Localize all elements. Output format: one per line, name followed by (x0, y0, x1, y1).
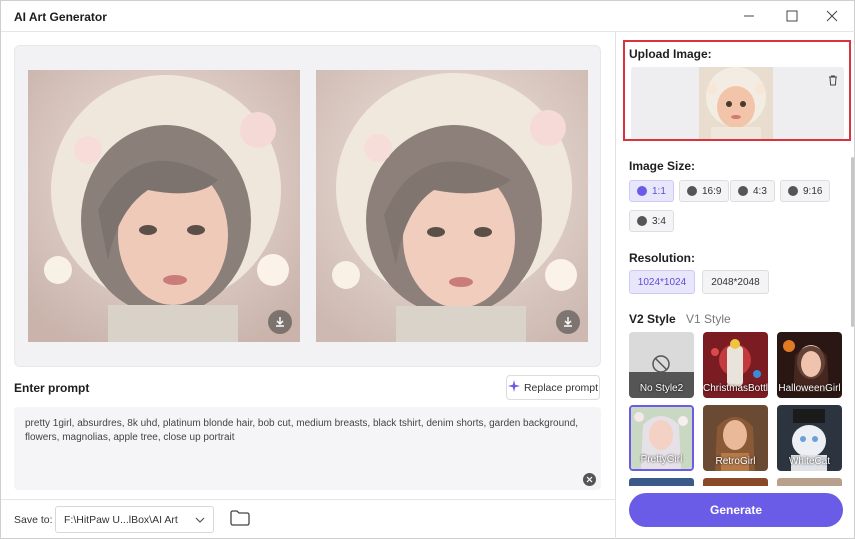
style-card-label: PrettyGirl (640, 454, 683, 465)
size-option-label: 4:3 (753, 185, 767, 197)
style-card-prettygirl[interactable]: PrettyGirl (629, 405, 694, 471)
resolution-option-2048[interactable]: 2048*2048 (702, 270, 769, 294)
twitter-icon (637, 216, 647, 226)
save-to-label: Save to: (14, 514, 53, 526)
folder-icon[interactable] (230, 510, 250, 531)
style-card-partial (703, 478, 768, 486)
instagram-icon (788, 186, 798, 196)
style-card-label: RetroGirl (715, 456, 756, 467)
save-bar: Save to: F:\HitPaw U...lBox\AI Art (1, 499, 615, 539)
generate-button[interactable]: Generate (629, 493, 843, 527)
replace-prompt-label: Replace prompt (523, 381, 599, 394)
instagram-icon (637, 186, 647, 196)
resolution-option-1024[interactable]: 1024*1024 (629, 270, 695, 294)
generated-image-1[interactable] (28, 70, 300, 342)
tab-v1-style[interactable]: V1 Style (686, 312, 731, 326)
upload-section: Upload Image: (623, 40, 851, 141)
size-option-label: 9:16 (803, 185, 823, 197)
size-option-4-3[interactable]: 4:3 (730, 180, 775, 202)
settings-panel: Upload Image: Image Size: 1:1 16:9 4:3 9… (615, 31, 855, 539)
facebook-icon (687, 186, 697, 196)
upload-label: Upload Image: (629, 47, 712, 61)
style-card-label: WhiteCat (788, 456, 831, 467)
close-icon[interactable] (817, 5, 847, 27)
save-path-select[interactable]: F:\HitPaw U...lBox\AI Art (55, 506, 214, 533)
size-option-16-9[interactable]: 16:9 (679, 180, 730, 202)
size-option-label: 3:4 (652, 215, 666, 227)
style-card-partial (777, 478, 842, 486)
tab-v2-style[interactable]: V2 Style (629, 312, 676, 326)
uploaded-image-thumbnail (699, 67, 773, 139)
chevron-down-icon (195, 515, 205, 528)
trash-icon[interactable] (828, 73, 838, 91)
style-card-label: No Style2 (639, 383, 684, 394)
image-size-label: Image Size: (629, 159, 696, 173)
replace-prompt-button[interactable]: Replace prompt (506, 375, 600, 400)
style-card-label: ChristmasBottle (703, 383, 768, 394)
resolution-label: Resolution: (629, 251, 695, 265)
size-option-label: 16:9 (702, 185, 722, 197)
style-card-label: HalloweenGirl (778, 383, 841, 394)
scrollbar[interactable] (851, 157, 854, 327)
minimize-icon[interactable] (734, 5, 764, 27)
size-option-9-16[interactable]: 9:16 (780, 180, 831, 202)
save-path-value: F:\HitPaw U...lBox\AI Art (64, 514, 178, 526)
prompt-textarea[interactable]: pretty 1girl, absurdres, 8k uhd, platinu… (14, 407, 601, 490)
title-bar: AI Art Generator (1, 1, 854, 31)
download-icon[interactable] (268, 310, 292, 334)
upload-dropzone[interactable] (631, 67, 844, 139)
maximize-icon[interactable] (777, 5, 807, 27)
generated-image-2[interactable] (316, 70, 588, 342)
size-option-label: 1:1 (652, 185, 666, 197)
main-panel: Enter prompt Replace prompt pretty 1girl… (1, 31, 615, 539)
style-card-halloweengirl[interactable]: HalloweenGirl (777, 332, 842, 398)
image-preview-panel (14, 45, 601, 367)
style-card-retrogirl[interactable]: RetroGirl (703, 405, 768, 471)
window-title: AI Art Generator (14, 10, 107, 24)
app-window: AI Art Generator Enter prompt Replace pr… (0, 0, 855, 539)
style-card-no-style2[interactable]: No Style2 (629, 332, 694, 398)
size-option-3-4[interactable]: 3:4 (629, 210, 674, 232)
prompt-text: pretty 1girl, absurdres, 8k uhd, platinu… (25, 418, 579, 443)
prompt-label: Enter prompt (14, 381, 90, 395)
style-card-partial (629, 478, 694, 486)
twitter-icon (738, 186, 748, 196)
style-card-christmasbottle[interactable]: ChristmasBottle (703, 332, 768, 398)
download-icon[interactable] (556, 310, 580, 334)
sparkle-icon (507, 380, 520, 395)
style-card-whitecat[interactable]: WhiteCat (777, 405, 842, 471)
clear-icon[interactable] (583, 473, 596, 486)
size-option-1-1[interactable]: 1:1 (629, 180, 674, 202)
